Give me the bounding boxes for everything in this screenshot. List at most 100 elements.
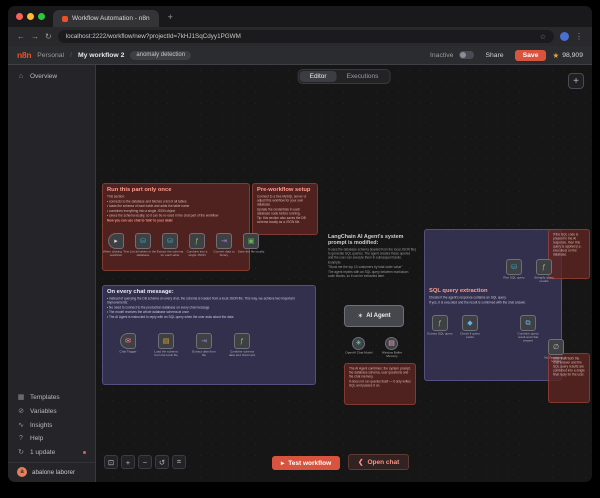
fullscreen-window-button[interactable] <box>38 13 45 20</box>
node-stringify-query-results[interactable]: ƒStringify query results <box>536 259 552 275</box>
workflow-canvas[interactable]: Editor Executions + Run this part only o… <box>96 65 592 482</box>
tab-title: Workflow Automation - n8n <box>72 15 150 22</box>
node-label: Extract SQL query <box>426 332 454 336</box>
workflow-name[interactable]: My workflow 2 <box>78 52 124 59</box>
node-save-file-locally[interactable]: ▣Save the file locally <box>243 233 259 249</box>
node-load-schema-from-file[interactable]: ▤Load the schema from the local file <box>158 333 174 349</box>
node-chat-trigger[interactable]: ✉Chat Trigger <box>120 333 136 349</box>
memory-icon: ▤ <box>388 340 395 347</box>
browser-profile-avatar[interactable] <box>560 32 569 41</box>
node-convert-to-binary[interactable]: ⇥Convert data to binary <box>216 233 232 249</box>
node-list-all-tables[interactable]: ⛁List all tables in the database <box>135 233 151 249</box>
sidebar-item-insights[interactable]: ∿ Insights <box>8 418 95 432</box>
file-convert-icon: ⇥ <box>221 238 227 245</box>
sidebar-item-overview[interactable]: ⌂ Overview <box>8 70 95 83</box>
sidebar-item-help[interactable]: ? Help <box>8 432 95 445</box>
open-chat-button[interactable]: ❮ Open chat <box>348 454 409 470</box>
node-label: Load the schema from the local file <box>152 350 180 357</box>
node-label: OpenAI Chat Model <box>345 351 373 355</box>
chat-trigger-icon: ✉ <box>125 338 131 345</box>
code-icon: ƒ <box>240 338 244 345</box>
n8n-favicon-icon <box>62 16 68 22</box>
forward-icon[interactable]: → <box>31 33 39 41</box>
close-window-button[interactable] <box>16 13 23 20</box>
sidebar-item-updates[interactable]: ↻ 1 update <box>8 445 95 459</box>
node-label: Window Buffer Memory <box>378 351 406 358</box>
zoom-to-fit-button[interactable]: ⊡ <box>104 455 118 469</box>
open-chat-label: Open chat <box>367 459 399 466</box>
browser-tab-strip: Workflow Automation - n8n + <box>8 6 592 27</box>
sidebar-item-label: Variables <box>30 408 57 415</box>
workflow-tag-badge[interactable]: anomaly detection <box>130 51 191 60</box>
star-icon: ★ <box>552 51 559 60</box>
sidebar-item-label: Templates <box>30 394 60 401</box>
templates-icon: ▦ <box>17 393 25 401</box>
github-stars[interactable]: ★ 98,909 <box>552 51 583 60</box>
node-run-sql-query[interactable]: ⛁Run SQL query <box>506 259 522 275</box>
browser-menu-icon[interactable]: ⋮ <box>575 33 583 41</box>
user-avatar: a <box>17 467 27 477</box>
address-bar[interactable]: localhost:2222/workflow/new?projectId=7k… <box>58 30 554 43</box>
node-extract-table-schema[interactable]: ⛁Extract the schema for each table <box>162 233 178 249</box>
node-no-operation[interactable]: ∅No Operation, do nothing <box>548 339 564 355</box>
code-icon: ƒ <box>438 320 442 327</box>
minimize-window-button[interactable] <box>27 13 34 20</box>
sidebar-user-menu[interactable]: a abalone laborer <box>8 462 95 479</box>
node-check-if-query-exists[interactable]: ◆Check if query exists <box>462 315 478 331</box>
node-when-clicking-test-workflow[interactable]: ▸When clicking 'Test workflow' <box>108 233 124 249</box>
zoom-in-button[interactable]: + <box>121 455 135 469</box>
help-icon: ? <box>17 435 25 442</box>
if-icon: ◆ <box>467 320 472 327</box>
tab-executions[interactable]: Executions <box>337 71 389 82</box>
node-ai-agent[interactable]: ✶AI Agent <box>344 305 404 327</box>
node-label: Combine into a single JSON <box>183 250 211 257</box>
browser-tab[interactable]: Workflow Automation - n8n <box>53 10 159 27</box>
file-extract-icon: ⇥ <box>201 338 207 345</box>
back-icon[interactable]: ← <box>17 33 25 41</box>
node-label: Extract data from file <box>190 350 218 357</box>
node-label: No Operation, do nothing <box>542 356 570 363</box>
add-node-button[interactable]: + <box>568 73 584 89</box>
code-icon: ƒ <box>542 264 546 271</box>
reload-icon[interactable]: ↻ <box>45 33 52 41</box>
zoom-out-button[interactable]: − <box>138 455 152 469</box>
node-combine-schema-and-chat[interactable]: ƒCombine schema data and chat input <box>234 333 250 349</box>
bookmark-icon[interactable]: ☆ <box>540 33 546 41</box>
sidebar-item-label: Insights <box>30 422 52 429</box>
test-workflow-icon: ▸ <box>281 459 284 467</box>
node-label: Combine schema data and chat input <box>228 350 256 357</box>
breadcrumb-project[interactable]: Personal <box>37 52 64 59</box>
browser-window: Workflow Automation - n8n + ← → ↻ localh… <box>8 6 592 482</box>
sidebar-item-templates[interactable]: ▦ Templates <box>8 390 95 404</box>
n8n-logo[interactable]: n8n <box>17 50 31 60</box>
database-icon: ⛁ <box>167 238 173 245</box>
share-button[interactable]: Share <box>480 50 508 61</box>
merge-icon: ⧉ <box>526 320 531 327</box>
sidebar-item-variables[interactable]: ⊘ Variables <box>8 404 95 418</box>
reset-zoom-button[interactable]: ↺ <box>155 455 169 469</box>
user-name: abalone laborer <box>32 469 75 476</box>
node-extract-data-from-file[interactable]: ⇥Extract data from file <box>196 333 212 349</box>
save-button[interactable]: Save <box>515 50 547 61</box>
node-window-buffer-memory[interactable]: ▤Window Buffer Memory <box>385 337 398 350</box>
tab-editor[interactable]: Editor <box>300 71 337 82</box>
database-icon: ⛁ <box>511 264 517 271</box>
node-extract-sql-query[interactable]: ƒExtract SQL query <box>432 315 448 331</box>
app-header: n8n Personal / My workflow 2 anomaly det… <box>8 46 592 65</box>
window-controls <box>16 13 45 20</box>
variables-icon: ⊘ <box>17 407 25 415</box>
breadcrumb-separator: / <box>70 52 72 59</box>
update-badge-dot <box>83 451 86 454</box>
editor-executions-tabs: Editor Executions <box>298 69 391 84</box>
node-combine-result-and-answer[interactable]: ⧉Combine query result and chat answer <box>520 315 536 331</box>
node-combine-into-json[interactable]: ƒCombine into a single JSON <box>189 233 205 249</box>
test-workflow-button[interactable]: ▸ Test workflow <box>272 456 340 470</box>
new-tab-button[interactable]: + <box>165 12 176 22</box>
node-label: Save the file locally <box>237 250 265 254</box>
node-openai-chat-model[interactable]: ✳OpenAI Chat Model <box>352 337 365 350</box>
tidy-up-button[interactable]: ⌗ <box>172 455 186 469</box>
node-label: Chat Trigger <box>114 350 142 354</box>
active-toggle[interactable] <box>459 51 474 59</box>
home-icon: ⌂ <box>17 73 25 80</box>
sidebar-item-label: Overview <box>30 73 57 80</box>
